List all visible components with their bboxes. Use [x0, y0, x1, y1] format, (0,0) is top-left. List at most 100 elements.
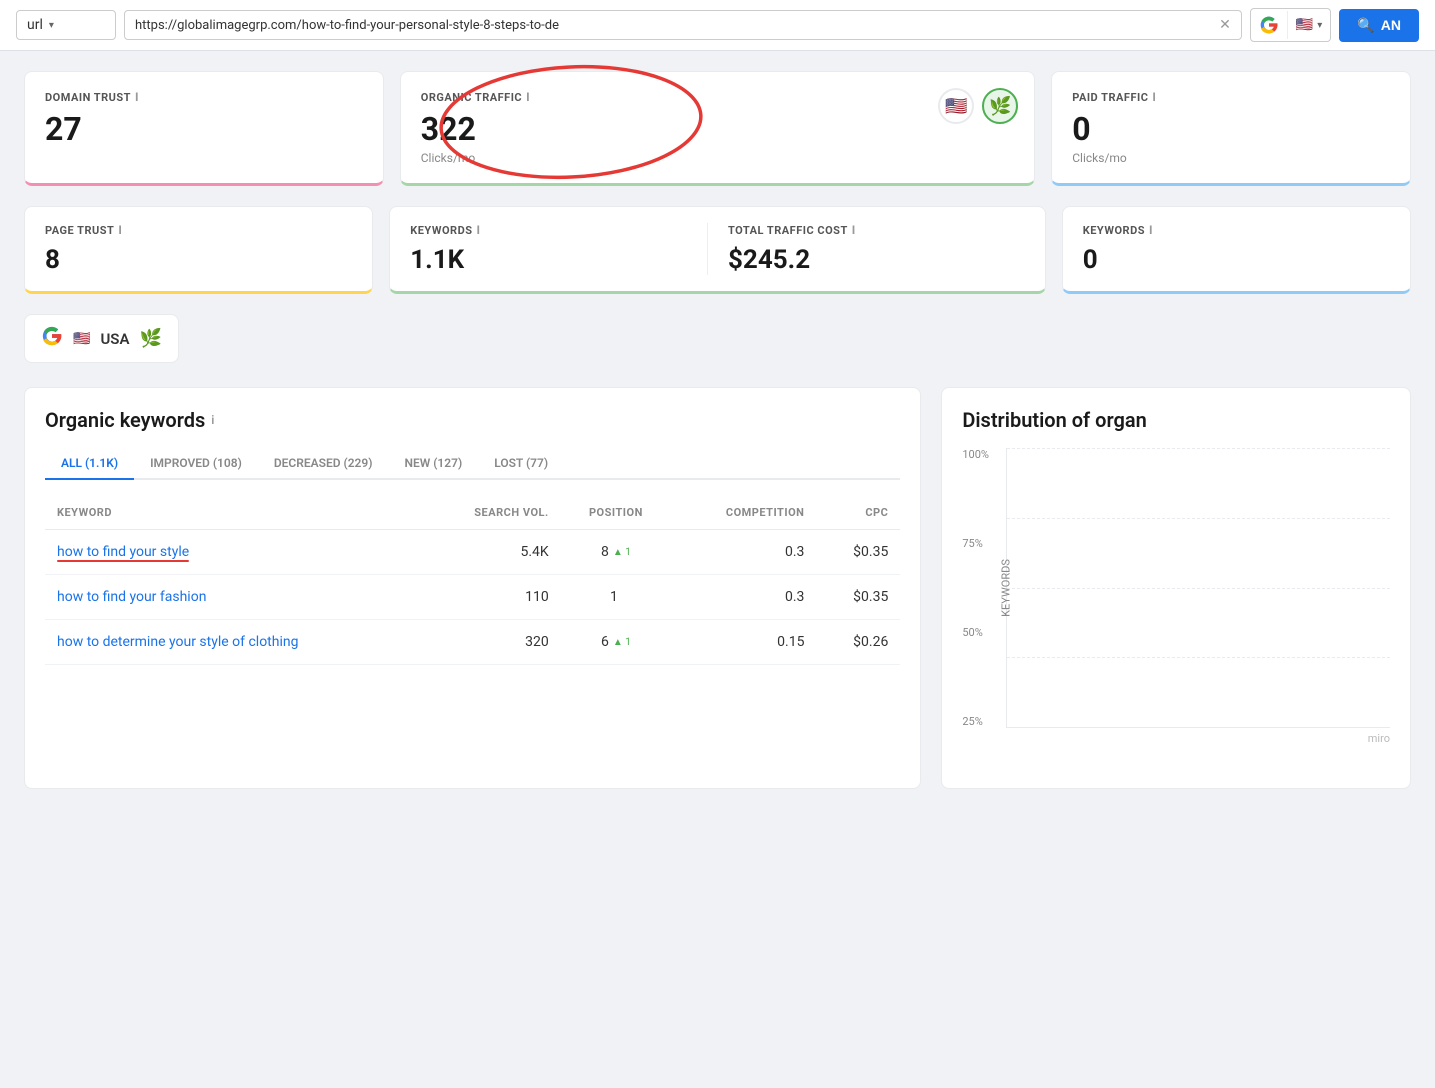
- position-cell: 1: [561, 575, 671, 620]
- main-content: DOMAIN TRUST i 27 ORGANIC TRAFFIC i 322 …: [0, 51, 1435, 809]
- domain-trust-value: 27: [45, 112, 363, 147]
- gridline-100: [1007, 448, 1390, 449]
- metrics-row-top: DOMAIN TRUST i 27 ORGANIC TRAFFIC i 322 …: [24, 71, 1411, 186]
- competition-cell: 0.3: [671, 575, 816, 620]
- bottom-section: Organic keywords i ALL (1.1K) IMPROVED (…: [24, 387, 1411, 789]
- tab-decreased[interactable]: DECREASED (229): [258, 448, 389, 480]
- keyword-cell: how to find your fashion: [45, 575, 421, 620]
- domain-trust-card: DOMAIN TRUST i 27: [24, 71, 384, 186]
- col-keyword: KEYWORD: [45, 496, 421, 530]
- organic-traffic-card: ORGANIC TRAFFIC i 322 Clicks/mo 🇺🇸 🌿: [400, 71, 1036, 186]
- paid-keywords-label: KEYWORDS i: [1083, 223, 1390, 237]
- search-vol-cell: 5.4K: [421, 530, 561, 575]
- y-axis-title: KEYWORDS: [1000, 559, 1013, 617]
- paid-keywords-value: 0: [1083, 245, 1390, 275]
- keyword-cell: how to determine your style of clothing: [45, 620, 421, 665]
- col-cpc: CPC: [816, 496, 900, 530]
- url-type-select[interactable]: url ▾: [16, 10, 116, 40]
- chart-area: KEYWORDS miro: [1006, 448, 1390, 728]
- tab-lost[interactable]: LOST (77): [478, 448, 564, 480]
- y-axis-labels: 100% 75% 50% 25%: [962, 448, 1002, 728]
- gridline-75: [1007, 518, 1390, 519]
- search-vol-cell: 110: [421, 575, 561, 620]
- paid-traffic-card: PAID TRAFFIC i 0 Clicks/mo: [1051, 71, 1411, 186]
- info-icon[interactable]: i: [211, 413, 214, 427]
- y-label-50: 50%: [962, 626, 1002, 639]
- col-position: POSITION: [561, 496, 671, 530]
- tab-improved[interactable]: IMPROVED (108): [134, 448, 258, 480]
- info-icon[interactable]: i: [118, 223, 122, 237]
- country-label: USA: [100, 330, 129, 348]
- y-label-25: 25%: [962, 715, 1002, 728]
- paid-traffic-value: 0: [1072, 112, 1390, 147]
- position-cell: 6 ▲ 1: [561, 620, 671, 665]
- search-vol-cell: 320: [421, 620, 561, 665]
- col-competition: COMPETITION: [671, 496, 816, 530]
- cpc-cell: $0.35: [816, 575, 900, 620]
- keywords-value: 1.1K: [410, 245, 707, 275]
- google-icon: [1251, 9, 1287, 41]
- competition-cell: 0.3: [671, 530, 816, 575]
- info-icon[interactable]: i: [135, 90, 139, 104]
- organic-keywords-section: Organic keywords i ALL (1.1K) IMPROVED (…: [24, 387, 921, 789]
- search-icon: 🔍: [1357, 17, 1374, 34]
- total-traffic-cost-value: $245.2: [728, 245, 1025, 275]
- info-icon[interactable]: i: [1149, 223, 1153, 237]
- keyword-link[interactable]: how to find your style: [57, 544, 189, 560]
- paid-keywords-card: KEYWORDS i 0: [1062, 206, 1411, 294]
- organic-traffic-value: 322: [421, 112, 1015, 147]
- green-leaf-button[interactable]: 🌿: [982, 88, 1018, 124]
- arrow-up-icon: ▲ 1: [613, 547, 631, 558]
- flag-country-select[interactable]: 🇺🇸 ▾: [1287, 11, 1330, 39]
- miro-label: miro: [1368, 732, 1390, 745]
- table-row: how to determine your style of clothing …: [45, 620, 900, 665]
- analyze-button[interactable]: 🔍 AN: [1339, 9, 1419, 42]
- col-search-vol: SEARCH VOL.: [421, 496, 561, 530]
- keyword-link[interactable]: how to find your fashion: [57, 589, 206, 605]
- y-label-100: 100%: [962, 448, 1002, 461]
- organic-traffic-label: ORGANIC TRAFFIC i: [421, 90, 1015, 104]
- distribution-chart: 100% 75% 50% 25% KEYWORDS miro: [962, 448, 1390, 768]
- url-input-box[interactable]: https://globalimagegrp.com/how-to-find-y…: [124, 10, 1242, 40]
- organic-keywords-title: Organic keywords i: [45, 408, 900, 432]
- domain-trust-label: DOMAIN TRUST i: [45, 90, 363, 104]
- google-search-group: 🇺🇸 ▾: [1250, 8, 1331, 42]
- gridline-25: [1007, 657, 1390, 658]
- us-flag-icon: 🇺🇸: [1296, 17, 1313, 33]
- paid-traffic-label: PAID TRAFFIC i: [1072, 90, 1390, 104]
- cpc-cell: $0.26: [816, 620, 900, 665]
- table-row: how to find your fashion 110 1 0.3 $0.35: [45, 575, 900, 620]
- chevron-down-icon: ▾: [49, 20, 54, 31]
- info-icon[interactable]: i: [526, 90, 530, 104]
- info-icon[interactable]: i: [1152, 90, 1156, 104]
- keywords-label: KEYWORDS i: [410, 223, 707, 237]
- url-text: https://globalimagegrp.com/how-to-find-y…: [135, 18, 1213, 33]
- page-trust-card: PAGE TRUST i 8: [24, 206, 373, 294]
- keyword-link[interactable]: how to determine your style of clothing: [57, 634, 298, 650]
- tab-all[interactable]: ALL (1.1K): [45, 448, 134, 480]
- metrics-row-bottom: PAGE TRUST i 8 KEYWORDS i 1.1K TOTAL TRA…: [24, 206, 1411, 294]
- position-cell: 8 ▲ 1: [561, 530, 671, 575]
- paid-traffic-sub: Clicks/mo: [1072, 151, 1390, 165]
- organic-traffic-wrapper: ORGANIC TRAFFIC i 322 Clicks/mo 🇺🇸 🌿: [400, 71, 1036, 186]
- keywords-table: KEYWORD SEARCH VOL. POSITION COMPETITION…: [45, 496, 900, 665]
- leaf-icon: 🌿: [139, 328, 161, 349]
- organic-traffic-sub: Clicks/mo: [421, 151, 1015, 165]
- top-bar: url ▾ https://globalimagegrp.com/how-to-…: [0, 0, 1435, 51]
- us-flag-icon: 🇺🇸: [73, 331, 90, 347]
- flag-buttons: 🇺🇸 🌿: [938, 88, 1018, 124]
- distribution-section: Distribution of organ 100% 75% 50% 25%: [941, 387, 1411, 789]
- keyword-cell: how to find your style: [45, 530, 421, 575]
- url-type-label: url: [27, 17, 43, 33]
- close-icon[interactable]: ✕: [1219, 17, 1231, 33]
- cpc-cell: $0.35: [816, 530, 900, 575]
- google-g-icon: [41, 325, 63, 352]
- us-flag-button[interactable]: 🇺🇸: [938, 88, 974, 124]
- tab-new[interactable]: NEW (127): [388, 448, 478, 480]
- info-icon[interactable]: i: [852, 223, 856, 237]
- info-icon[interactable]: i: [477, 223, 481, 237]
- table-row: how to find your style 5.4K 8 ▲ 1 0.3 $0…: [45, 530, 900, 575]
- total-traffic-cost-card: TOTAL TRAFFIC COST i $245.2: [707, 223, 1025, 275]
- country-selector[interactable]: 🇺🇸 USA 🌿: [24, 314, 179, 363]
- y-label-75: 75%: [962, 537, 1002, 550]
